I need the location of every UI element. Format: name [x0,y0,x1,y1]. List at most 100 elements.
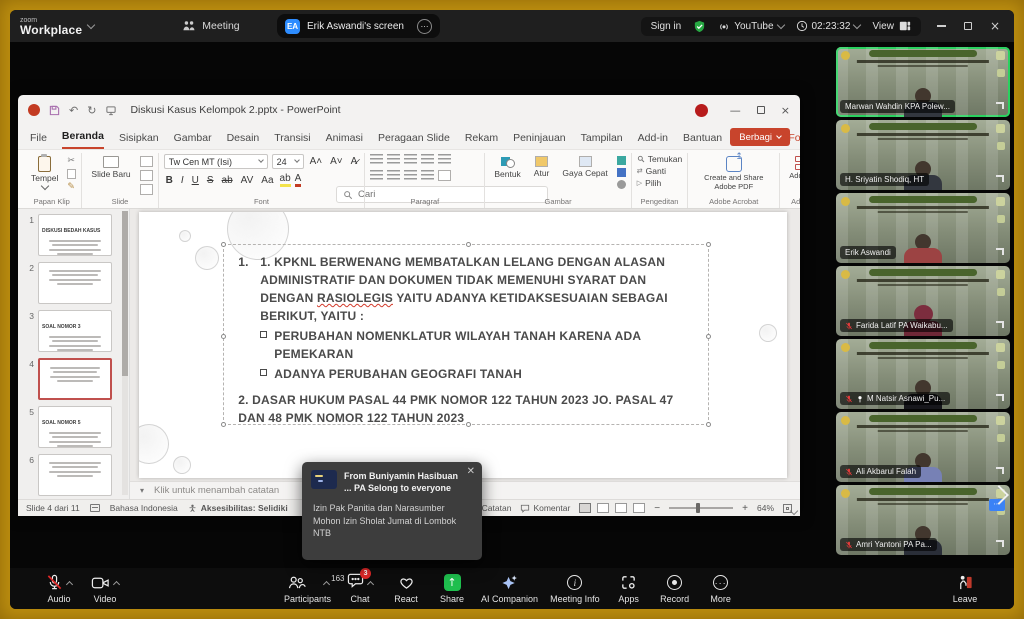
grow-font-icon[interactable]: A˄ [308,156,325,167]
menu-tab[interactable]: Add-in [638,132,668,149]
slide-sorter-button[interactable] [597,503,609,513]
tab-options-icon[interactable]: ⋯ [417,19,432,34]
slide-layout-icon[interactable] [140,156,153,167]
slide-thumbnail[interactable]: 3 SOAL NOMOR 3 [24,310,119,352]
zoom-slider-thumb[interactable] [696,503,700,513]
reading-view-button[interactable] [615,503,627,513]
slide-thumbnail-preview[interactable]: DISKUSI BEDAH KASUS [38,214,112,256]
chevron-up-icon[interactable] [66,581,73,588]
slide-thumbnail-preview[interactable] [38,262,112,304]
tab-shared-screen[interactable]: EA Erik Aswandi's screen ⋯ [277,14,440,38]
security-shield-icon[interactable] [693,20,706,33]
chevron-down-icon[interactable] [87,20,95,28]
zoom-in-button[interactable]: + [742,503,748,514]
menu-tab[interactable]: Format Bentuk [788,132,800,149]
audio-button[interactable]: Audio [36,574,82,604]
align-left-icon[interactable] [370,170,383,181]
font-size-combo[interactable]: 24 [272,154,304,169]
more-button[interactable]: ··· More [698,574,744,604]
close-icon[interactable]: ✕ [467,466,475,477]
adobe-pdf-button[interactable]: Create and Share Adobe PDF [693,154,774,193]
indent-decrease-icon[interactable] [404,154,417,165]
line-spacing-icon[interactable] [438,154,451,165]
char-spacing-icon[interactable]: AV [239,175,256,186]
apps-button[interactable]: Apps [606,574,652,604]
chat-notification-popup[interactable]: ✕ From Buniyamin Hasibuan ... PA Selong … [302,462,482,560]
shapes-button[interactable]: Bentuk [490,154,524,182]
clear-format-icon[interactable]: A̷ [349,156,360,167]
slide-reset-icon[interactable] [140,170,153,181]
slide-thumbnail[interactable]: 5 SOAL NOMOR 5 [24,406,119,448]
align-right-icon[interactable] [404,170,417,181]
slide-thumbnail-preview[interactable] [38,358,112,400]
chevron-up-icon[interactable] [113,581,120,588]
numbered-list-icon[interactable] [387,154,400,165]
font-name-combo[interactable]: Tw Cen MT (Isi) [164,154,268,169]
thumbnail-scrollbar[interactable] [122,211,128,495]
video-button[interactable]: Video [82,574,128,604]
participant-video-tile[interactable]: ⋯ Farida Latif PA Waikabu... [836,266,1010,336]
chevron-up-icon[interactable] [367,581,374,588]
meeting-timer[interactable]: 02:23:32 [796,20,861,32]
record-button[interactable]: Record [652,574,698,604]
cut-icon[interactable]: ✂ [67,156,76,166]
slide-thumbnail[interactable]: 2 [24,262,119,304]
zoom-slider[interactable] [669,507,733,509]
strikethrough-button[interactable]: S [205,175,216,186]
chat-button[interactable]: 3 Chat [337,574,383,604]
collapse-notes-icon[interactable]: ▾ [140,486,144,495]
menu-tab[interactable]: Peragaan Slide [378,132,450,149]
comments-toggle[interactable]: Komentar [520,503,570,513]
menu-tab[interactable]: Desain [227,132,260,149]
addins-button[interactable]: Add-ins [785,154,800,183]
align-center-icon[interactable] [387,170,400,181]
participant-video-tile[interactable]: ⋯ Marwan Wahdin KPA Polew... [836,47,1010,117]
participant-video-tile[interactable]: ⋯ Ali Akbarul Falah [836,412,1010,482]
ppt-maximize-icon[interactable] [757,106,765,114]
slide-thumbnail[interactable]: 6 [24,454,119,496]
undo-icon[interactable]: ↶ [69,104,78,117]
menu-tab[interactable]: Beranda [62,130,104,149]
normal-view-button[interactable] [579,503,591,513]
shape-outline-icon[interactable] [617,168,626,177]
ppt-close-icon[interactable]: × [781,104,790,117]
bullet-list-icon[interactable] [370,154,383,165]
italic-button[interactable]: I [179,175,186,186]
indent-increase-icon[interactable] [421,154,434,165]
zoom-workplace-logo[interactable]: zoom Workplace [20,17,94,36]
minimize-icon[interactable] [937,25,946,27]
participants-button[interactable]: 163 Participants [278,574,337,604]
meeting-info-button[interactable]: i Meeting Info [544,574,606,604]
present-icon[interactable] [105,105,117,116]
close-icon[interactable]: × [990,20,1000,32]
menu-tab[interactable]: Animasi [326,132,363,149]
sign-in-button[interactable]: Sign in [651,21,682,32]
menu-tab[interactable]: File [30,132,47,149]
justify-icon[interactable] [421,170,434,181]
copy-icon[interactable] [67,169,76,179]
berbagi-share-button[interactable]: Berbagi [730,128,790,146]
redo-icon[interactable]: ↻ [87,104,96,117]
current-slide[interactable]: 1. 1. KPKNL BERWENANG MEMBATALKAN LELANG… [139,212,787,478]
view-button[interactable]: View [872,20,911,32]
new-slide-button[interactable]: Slide Baru [87,154,134,182]
slideshow-button[interactable] [633,503,645,513]
find-button[interactable]: Temukan [637,154,683,164]
tab-meeting[interactable]: Meeting [182,20,239,32]
shrink-font-icon[interactable]: A˅ [328,156,345,167]
save-icon[interactable] [49,105,60,116]
slide-thumbnail[interactable]: 1 DISKUSI BEDAH KASUS [24,214,119,256]
react-button[interactable]: React [383,574,429,604]
youtube-live-button[interactable]: YouTube [718,20,783,32]
paste-button[interactable]: Tempel [27,154,62,191]
accessibility-status[interactable]: Aksesibilitas: Selidiki [188,503,288,513]
zoom-out-button[interactable]: − [654,503,660,514]
slide-section-icon[interactable] [140,184,153,195]
share-button[interactable]: ↑ Share [429,574,475,604]
ppt-minimize-icon[interactable]: — [730,104,741,117]
bold-button[interactable]: B [164,175,175,186]
menu-tab[interactable]: Rekam [465,132,498,149]
participant-video-tile[interactable]: ⋯ M Natsir Asnawi_Pu... [836,339,1010,409]
shape-fill-icon[interactable] [617,156,626,165]
book-icon[interactable] [90,504,100,512]
